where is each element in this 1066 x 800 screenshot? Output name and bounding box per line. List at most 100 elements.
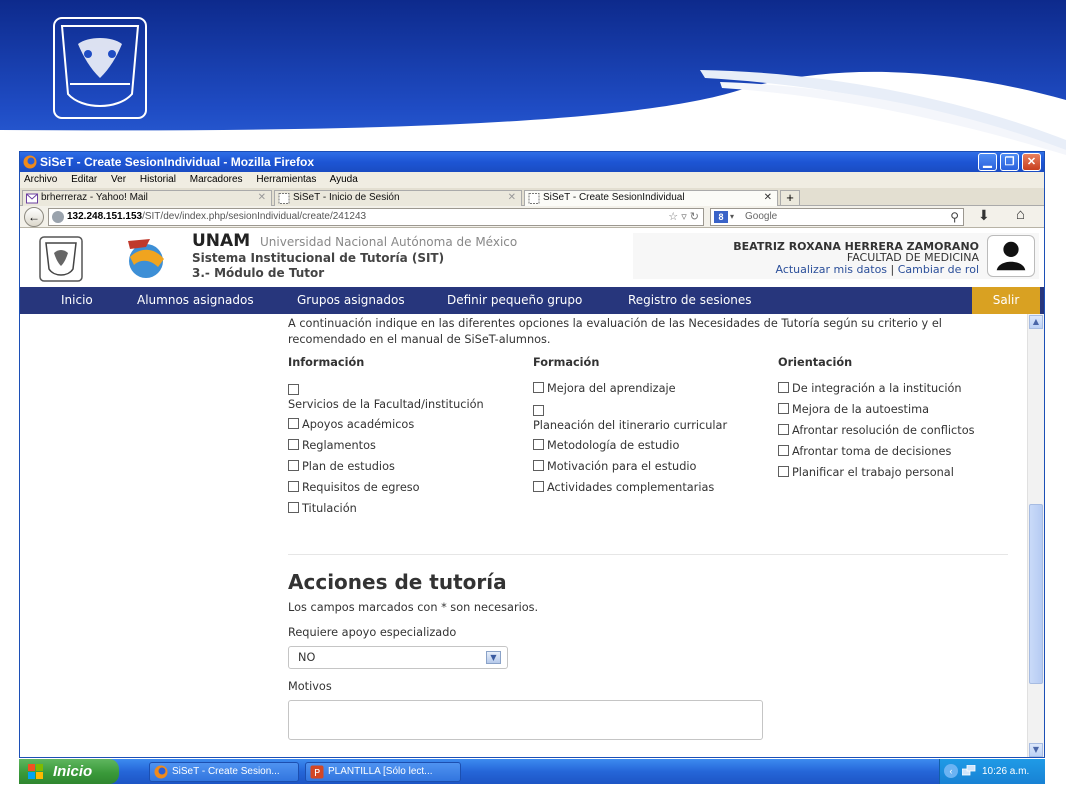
- menu-historial[interactable]: Historial: [140, 174, 176, 185]
- home-icon[interactable]: ⌂: [1016, 206, 1025, 223]
- checkbox-icon[interactable]: [288, 481, 299, 492]
- checkbox-icon[interactable]: [288, 439, 299, 450]
- scroll-thumb[interactable]: [1029, 504, 1043, 684]
- reload-icon[interactable]: ↻: [690, 211, 699, 223]
- checkbox-autoestima[interactable]: Mejora de la autoestima: [778, 403, 929, 417]
- unam-logo: [39, 236, 83, 282]
- close-icon[interactable]: ✕: [508, 191, 516, 205]
- option-label: Motivación para el estudio: [547, 460, 697, 473]
- nav-item-inicio[interactable]: Inicio: [61, 287, 93, 314]
- download-icon[interactable]: ⬇: [978, 207, 990, 224]
- checkbox-requisitos[interactable]: Requisitos de egreso: [288, 481, 420, 495]
- task-powerpoint[interactable]: P PLANTILLA [Sólo lect...: [305, 762, 461, 782]
- nav-item-registro[interactable]: Registro de sesiones: [628, 287, 752, 314]
- scroll-down-icon[interactable]: ▼: [1029, 743, 1043, 757]
- option-label: Actividades complementarias: [547, 481, 715, 494]
- checkbox-icon[interactable]: [778, 403, 789, 414]
- menu-herramientas[interactable]: Herramientas: [256, 174, 316, 185]
- checkbox-decisiones[interactable]: Afrontar toma de decisiones: [778, 445, 951, 459]
- search-input[interactable]: 8 ▾ Google ⚲: [710, 208, 964, 226]
- change-role-link[interactable]: Cambiar de rol: [898, 263, 979, 276]
- checkbox-titulacion[interactable]: Titulación: [288, 502, 357, 516]
- tab-inicio-sesion[interactable]: SiSeT - Inicio de Sesión ✕: [274, 190, 522, 206]
- menu-ayuda[interactable]: Ayuda: [330, 174, 358, 185]
- network-icon[interactable]: [962, 765, 976, 777]
- task-label: PLANTILLA [Sólo lect...: [328, 766, 433, 777]
- checkbox-planeacion[interactable]: Planeación del itinerario curricular: [533, 405, 727, 433]
- minimize-button[interactable]: ▁: [978, 153, 997, 171]
- menu-archivo[interactable]: Archivo: [24, 174, 57, 185]
- chevron-down-icon[interactable]: ▼: [486, 651, 501, 664]
- checkbox-reglamentos[interactable]: Reglamentos: [288, 439, 376, 453]
- checkbox-integracion[interactable]: De integración a la institución: [778, 382, 962, 396]
- apoyo-select[interactable]: NO ▼: [288, 646, 508, 669]
- url-bar[interactable]: 132.248.151.153/SIT/dev/index.php/sesion…: [48, 208, 704, 226]
- link-separator: |: [890, 263, 895, 276]
- logout-button[interactable]: Salir: [972, 287, 1040, 314]
- checkbox-icon[interactable]: [288, 418, 299, 429]
- close-icon[interactable]: ✕: [764, 191, 772, 205]
- checkbox-icon[interactable]: [778, 466, 789, 477]
- star-icon[interactable]: ☆: [668, 211, 678, 223]
- tab-create-sesion[interactable]: SiSeT - Create SesionIndividual ✕: [524, 190, 778, 206]
- menu-marcadores[interactable]: Marcadores: [190, 174, 243, 185]
- new-tab-button[interactable]: +: [780, 190, 800, 206]
- checkbox-plan[interactable]: Plan de estudios: [288, 460, 395, 474]
- checkbox-icon[interactable]: [533, 405, 544, 416]
- taskbar: Inicio SiSeT - Create Sesion... P PLANTI…: [19, 759, 1045, 784]
- nav-item-grupos[interactable]: Grupos asignados: [297, 287, 405, 314]
- scroll-up-icon[interactable]: ▲: [1029, 315, 1043, 329]
- motivos-textarea[interactable]: [288, 700, 763, 740]
- dropdown-arrow-icon[interactable]: ▿: [681, 211, 687, 223]
- tray-expand-icon[interactable]: ‹: [944, 764, 958, 778]
- checkbox-mejora-aprendizaje[interactable]: Mejora del aprendizaje: [533, 382, 676, 396]
- checkbox-icon[interactable]: [288, 384, 299, 395]
- nav-item-pequeno-grupo[interactable]: Definir pequeño grupo: [447, 287, 582, 314]
- nav-item-alumnos[interactable]: Alumnos asignados: [137, 287, 254, 314]
- checkbox-icon[interactable]: [533, 439, 544, 450]
- checkbox-icon[interactable]: [533, 481, 544, 492]
- tab-yahoo-mail[interactable]: brherreraz - Yahoo! Mail ✕: [22, 190, 272, 206]
- checkbox-icon[interactable]: [778, 445, 789, 456]
- user-links: Actualizar mis datos | Cambiar de rol: [775, 263, 979, 276]
- tab-label: SiSeT - Create SesionIndividual: [543, 192, 685, 203]
- checkbox-motivacion[interactable]: Motivación para el estudio: [533, 460, 696, 474]
- windows-flag-icon: [28, 764, 43, 779]
- checkbox-conflictos[interactable]: Afrontar resolución de conflictos: [778, 424, 975, 438]
- checkbox-apoyos[interactable]: Apoyos académicos: [288, 418, 414, 432]
- checkbox-icon[interactable]: [288, 502, 299, 513]
- menu-ver[interactable]: Ver: [111, 174, 126, 185]
- menu-editar[interactable]: Editar: [71, 174, 97, 185]
- checkbox-actividades[interactable]: Actividades complementarias: [533, 481, 714, 495]
- apoyo-selected-value: NO: [298, 651, 316, 664]
- site-system: Sistema Institucional de Tutoría (SIT): [192, 251, 445, 265]
- back-arrow-icon: ←: [28, 210, 40, 224]
- checkbox-icon[interactable]: [533, 382, 544, 393]
- update-data-link[interactable]: Actualizar mis datos: [775, 263, 887, 276]
- back-button[interactable]: ←: [24, 207, 44, 227]
- close-icon[interactable]: ✕: [258, 191, 266, 205]
- checkbox-servicios[interactable]: Servicios de la Facultad/institución: [288, 384, 484, 412]
- tab-label: SiSeT - Inicio de Sesión: [293, 192, 400, 203]
- page-scrollbar[interactable]: ▲ ▼: [1027, 314, 1044, 757]
- option-label: Reglamentos: [302, 439, 376, 452]
- mail-icon: [26, 193, 38, 204]
- site-module: 3.- Módulo de Tutor: [192, 266, 325, 280]
- section-title: Acciones de tutoría: [288, 570, 507, 594]
- checkbox-metodologia[interactable]: Metodología de estudio: [533, 439, 679, 453]
- system-tray: ‹ 10:26 a.m.: [939, 759, 1045, 784]
- web-page: UNAM Universidad Nacional Autónoma de Mé…: [20, 229, 1044, 757]
- checkbox-icon[interactable]: [533, 460, 544, 471]
- site-name: UNAM: [192, 231, 251, 251]
- search-icon[interactable]: ⚲: [950, 209, 959, 225]
- task-firefox[interactable]: SiSeT - Create Sesion...: [149, 762, 299, 782]
- checkbox-icon[interactable]: [778, 424, 789, 435]
- column-title-informacion: Información: [288, 356, 365, 369]
- checkbox-icon[interactable]: [778, 382, 789, 393]
- close-button[interactable]: ✕: [1022, 153, 1041, 171]
- checkbox-planificar[interactable]: Planificar el trabajo personal: [778, 466, 954, 480]
- maximize-button[interactable]: ❐: [1000, 153, 1019, 171]
- start-button[interactable]: Inicio: [19, 759, 119, 784]
- checkbox-icon[interactable]: [288, 460, 299, 471]
- user-box: BEATRIZ ROXANA HERRERA ZAMORANO FACULTAD…: [633, 233, 1039, 279]
